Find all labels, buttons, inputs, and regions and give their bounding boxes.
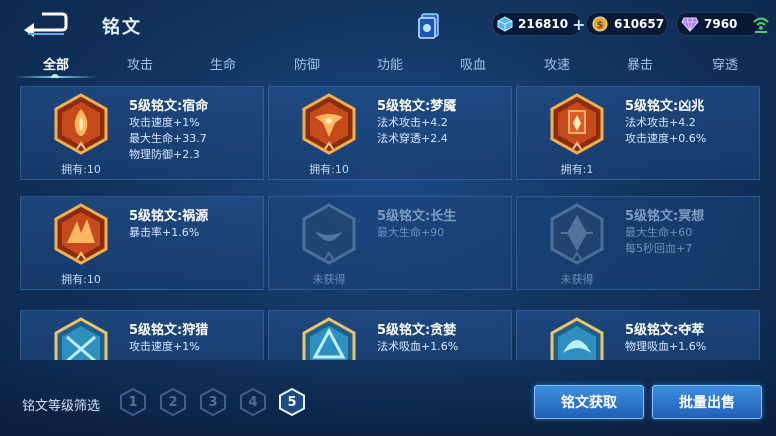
gem-amount: 7960 <box>704 17 738 31</box>
coin-currency[interactable]: $ 610657 <box>586 12 668 36</box>
tab-lifesteal[interactable]: 吸血 <box>443 54 503 73</box>
inscription-stat: 攻击速度+1% <box>129 340 200 353</box>
inscription-name: 5级铭文:冥想 <box>625 209 705 224</box>
gem-currency[interactable]: 7960 <box>676 12 760 36</box>
level-filter-4[interactable]: 4 <box>240 387 266 417</box>
inscription-stat: 法术吸血+1.6% <box>377 340 459 353</box>
inscription-stat: 最大生命+90 <box>377 226 445 239</box>
inscription-stat: 法术攻击+4.2 <box>377 116 448 129</box>
level-number: 1 <box>128 394 138 410</box>
inscription-card[interactable]: 5级铭文:狩猎 攻击速度+1% <box>20 310 264 360</box>
owned-count: 拥有:10 <box>309 163 349 176</box>
tab-utility[interactable]: 功能 <box>360 54 420 73</box>
inscription-stat: 最大生命+33.7 <box>129 132 207 145</box>
cube-icon <box>497 15 513 33</box>
coin-amount: 610657 <box>614 17 665 31</box>
inscription-stat: 最大生命+60 <box>625 226 693 239</box>
owned-count: 拥有:1 <box>560 163 594 176</box>
add-cube-icon[interactable]: + <box>572 15 585 34</box>
inscription-name: 5级铭文:凶兆 <box>625 99 705 114</box>
blue-inscription-icon <box>54 317 108 360</box>
inscription-name: 5级铭文:贪婪 <box>377 323 457 338</box>
inscription-card[interactable]: 5级铭文:宿命 攻击速度+1% 最大生命+33.7 物理防御+2.3 拥有:10 <box>20 86 264 180</box>
tab-all[interactable]: 全部 <box>26 54 86 73</box>
level-filter-5[interactable]: 5 <box>279 387 305 417</box>
owned-count: 拥有:10 <box>61 273 101 286</box>
inscription-stat: 物理吸血+1.6% <box>625 340 707 353</box>
level-number: 5 <box>287 394 297 410</box>
red-inscription-icon <box>550 93 604 155</box>
level-filter-3[interactable]: 3 <box>200 387 226 417</box>
inscription-card[interactable]: 5级铭文:长生 最大生命+90 未获得 <box>268 196 512 290</box>
locked-inscription-icon <box>302 203 356 265</box>
inscription-grid: 5级铭文:宿命 攻击速度+1% 最大生命+33.7 物理防御+2.3 拥有:10… <box>0 84 776 360</box>
inscription-card[interactable]: 5级铭文:凶兆 法术攻击+4.2 攻击速度+0.6% 拥有:1 <box>516 86 760 180</box>
top-bar: 铭文 216810 + $ 610657 7960 <box>0 0 776 48</box>
inscription-stat: 攻击速度+0.6% <box>625 132 707 145</box>
inscription-name: 5级铭文:宿命 <box>129 99 209 114</box>
level-filter-1[interactable]: 1 <box>120 387 146 417</box>
blue-inscription-icon <box>302 317 356 360</box>
inscription-stat: 法术穿透+2.4 <box>377 132 448 145</box>
wifi-icon <box>753 17 769 33</box>
owned-count: 拥有:10 <box>61 163 101 176</box>
level-filter-label: 铭文等级筛选 <box>22 399 101 414</box>
inscription-name: 5级铭文:祸源 <box>129 209 209 224</box>
tab-defense[interactable]: 防御 <box>277 54 337 73</box>
inscription-stat: 攻击速度+1% <box>129 116 200 129</box>
inscription-stat: 物理防御+2.3 <box>129 148 200 161</box>
red-inscription-icon <box>302 93 356 155</box>
tab-penetration[interactable]: 穿透 <box>695 54 755 73</box>
back-arrow-icon[interactable] <box>22 10 70 38</box>
level-number: 4 <box>248 394 258 410</box>
inscription-card[interactable]: 5级铭文:贪婪 法术吸血+1.6% <box>268 310 512 360</box>
bulk-sell-button[interactable]: 批量出售 <box>652 385 762 419</box>
active-tab-indicator <box>51 74 59 78</box>
red-inscription-icon <box>54 203 108 265</box>
cube-amount: 216810 <box>518 17 569 31</box>
bottom-bar: 铭文等级筛选 1 2 3 4 5 铭文获取 批量出售 <box>0 368 776 436</box>
inscription-stat: 法术攻击+4.2 <box>625 116 696 129</box>
owned-status: 未获得 <box>560 273 594 286</box>
blue-inscription-icon <box>550 317 604 360</box>
inscription-name: 5级铭文:狩猎 <box>129 323 209 338</box>
inscription-stat: 暴击率+1.6% <box>129 226 200 239</box>
gem-icon <box>681 15 699 33</box>
owned-status: 未获得 <box>312 273 346 286</box>
inscription-name: 5级铭文:长生 <box>377 209 457 224</box>
coin-icon: $ <box>591 15 609 33</box>
category-tabs: 全部 攻击 生命 防御 功能 吸血 攻速 暴击 穿透 <box>0 48 776 78</box>
level-number: 3 <box>208 394 218 410</box>
inscription-card[interactable]: 5级铭文:夺萃 物理吸血+1.6% <box>516 310 760 360</box>
page-title: 铭文 <box>102 17 142 38</box>
level-filter-2[interactable]: 2 <box>160 387 186 417</box>
red-inscription-icon <box>54 93 108 155</box>
tab-health[interactable]: 生命 <box>193 54 253 73</box>
obtain-inscription-button[interactable]: 铭文获取 <box>534 385 644 419</box>
card-icon[interactable] <box>418 12 442 40</box>
cube-currency[interactable]: 216810 + <box>492 12 586 36</box>
tab-attack[interactable]: 攻击 <box>110 54 170 73</box>
locked-inscription-icon <box>550 203 604 265</box>
inscription-stat: 每5秒回血+7 <box>625 242 693 255</box>
inscription-card[interactable]: 5级铭文:祸源 暴击率+1.6% 拥有:10 <box>20 196 264 290</box>
inscription-card[interactable]: 5级铭文:冥想 最大生命+60 每5秒回血+7 未获得 <box>516 196 760 290</box>
inscription-name: 5级铭文:梦魇 <box>377 99 457 114</box>
level-number: 2 <box>168 394 178 410</box>
inscription-name: 5级铭文:夺萃 <box>625 323 705 338</box>
svg-text:$: $ <box>597 20 604 31</box>
tab-critical[interactable]: 暴击 <box>610 54 670 73</box>
inscription-card[interactable]: 5级铭文:梦魇 法术攻击+4.2 法术穿透+2.4 拥有:10 <box>268 86 512 180</box>
tab-attack-speed[interactable]: 攻速 <box>527 54 587 73</box>
